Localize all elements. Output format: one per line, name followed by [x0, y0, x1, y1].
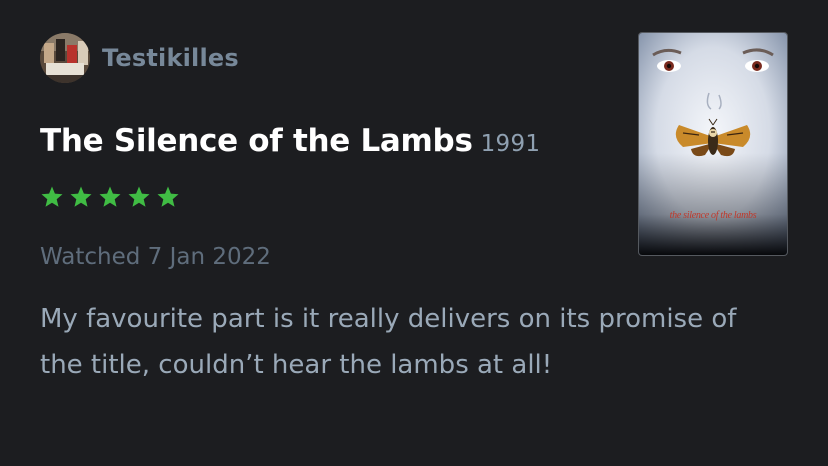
review-card: Testikilles The Silence of the Lambs 1991…	[0, 0, 828, 466]
star-icon	[41, 186, 63, 207]
film-year[interactable]: 1991	[481, 131, 541, 157]
star-icon	[99, 186, 121, 207]
film-heading: The Silence of the Lambs 1991	[40, 123, 540, 159]
star-icon	[128, 186, 150, 207]
star-icon	[157, 186, 179, 207]
watched-date: Watched 7 Jan 2022	[40, 244, 271, 270]
film-title[interactable]: The Silence of the Lambs	[40, 123, 473, 159]
review-text: My favourite part is it really delivers …	[40, 304, 737, 380]
author-name[interactable]: Testikilles	[102, 44, 239, 72]
author-row[interactable]: Testikilles	[40, 33, 239, 83]
star-icon	[70, 186, 92, 207]
avatar[interactable]	[40, 33, 90, 83]
star-rating	[40, 185, 180, 209]
film-poster[interactable]: the silence of the lambs	[638, 32, 788, 256]
poster-caption: the silence of the lambs	[669, 210, 757, 221]
